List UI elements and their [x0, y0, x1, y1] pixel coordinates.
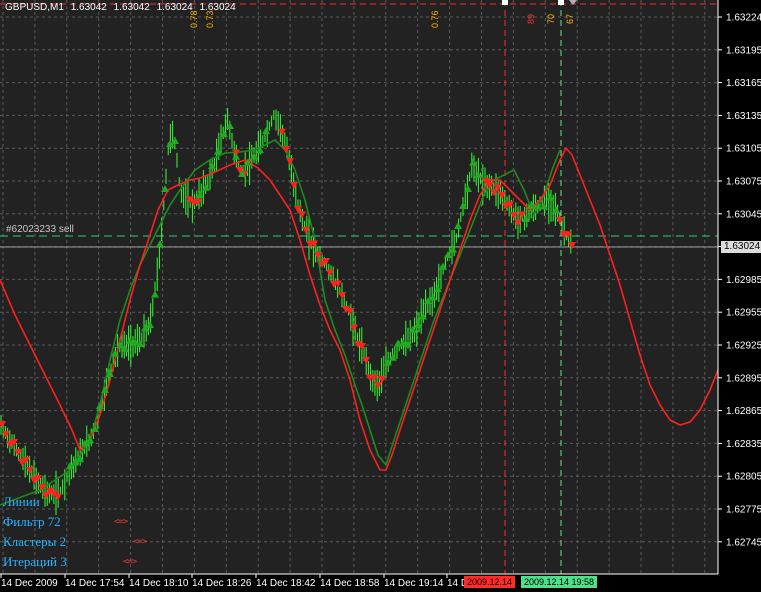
- order-label[interactable]: #62023233 sell: [6, 224, 74, 235]
- open-value: 1.63042: [70, 2, 107, 13]
- level-label: 70: [546, 14, 556, 24]
- level-label: 0.78: [189, 10, 199, 28]
- level-label: 89: [526, 14, 536, 24]
- time-tick-label: 14 Dec 19:14: [384, 578, 444, 589]
- info-iterations: Итераций 3: [3, 554, 67, 569]
- time-tick-label: 14 Dec 18:10: [129, 578, 189, 589]
- price-tick-label: 1.62805: [726, 472, 761, 483]
- info-lines: Линии: [3, 494, 40, 509]
- price-tick-label: 1.62865: [726, 406, 761, 417]
- high-value: 1.63042: [113, 2, 150, 13]
- chart-header: GBPUSD,M1 1.63042 1.63042 1.63024 1.6302…: [5, 2, 240, 13]
- iterations-adjust-arrow[interactable]: <=>: [123, 557, 137, 567]
- time-badge-right: 2009.12.14 19:58: [521, 576, 598, 588]
- time-tick-label: 14 Dec 18:26: [192, 578, 252, 589]
- price-tick-label: 1.62745: [726, 537, 761, 548]
- time-tick-label: 14 Dec 18:42: [256, 578, 316, 589]
- time-tick-label: 14 Dec 18:58: [320, 578, 380, 589]
- price-tick-label: 1.62835: [726, 439, 761, 450]
- price-tick-label: 1.63135: [726, 111, 761, 122]
- plot-area: [0, 0, 718, 574]
- time-tick-label: 14 Dec 2009: [1, 578, 58, 589]
- price-tick-label: 1.63105: [726, 144, 761, 155]
- filter-adjust-arrow[interactable]: <=>: [114, 517, 128, 527]
- symbol-label: GBPUSD,M1: [5, 2, 64, 13]
- info-filter: Фильтр 72: [3, 514, 61, 529]
- current-price-badge: 1.63024: [721, 241, 761, 253]
- level-label: 0.73: [205, 10, 215, 28]
- time-tick-label: 14 Dec 17:54: [65, 578, 125, 589]
- price-tick-label: 1.63224: [726, 13, 761, 24]
- price-tick-label: 1.63075: [726, 177, 761, 188]
- time-badge-left: 2009.12.14: [464, 576, 516, 588]
- clusters-adjust-arrow[interactable]: <=>: [133, 537, 147, 547]
- green-line-handle[interactable]: [558, 0, 564, 5]
- level-label: 0.76: [430, 10, 440, 28]
- close-value: 1.63024: [199, 2, 236, 13]
- price-tick-label: 1.63045: [726, 209, 761, 220]
- price-tick-label: 1.62775: [726, 505, 761, 516]
- price-tick-label: 1.63165: [726, 78, 761, 89]
- chart-area[interactable]: 1.63224 1.63195 1.63165 1.63135 1.63105 1.630…: [0, 0, 761, 592]
- price-tick-label: 1.63195: [726, 45, 761, 56]
- price-tick-label: 1.62955: [726, 308, 761, 319]
- red-line-handle[interactable]: [502, 0, 508, 5]
- price-tick-label: 1.62895: [726, 373, 761, 384]
- level-label: 67: [565, 14, 575, 24]
- info-clusters: Кластеры 2: [3, 534, 67, 549]
- price-tick-label: 1.62925: [726, 341, 761, 352]
- price-tick-label: 1.62985: [726, 275, 761, 286]
- low-value: 1.63024: [156, 2, 193, 13]
